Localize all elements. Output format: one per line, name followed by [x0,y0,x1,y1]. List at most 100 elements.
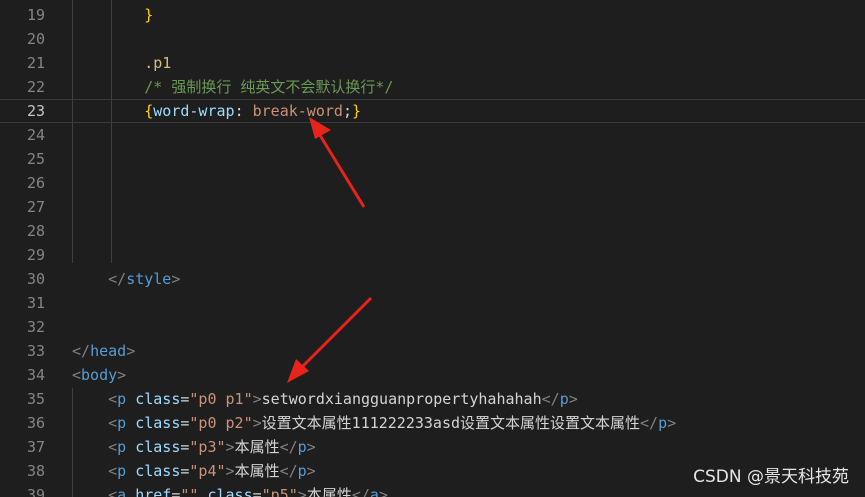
line-code[interactable]: <p class="p3">本属性</p> [72,435,316,459]
code-token: < [108,462,118,480]
code-line[interactable]: 33 </head> [0,339,865,363]
code-token: > [568,390,578,408]
code-line[interactable]: 26 [0,171,865,195]
code-token: </ [640,414,659,432]
code-token: setwordxiangguanpropertyhahahah [261,390,542,408]
line-code[interactable]: <body> [72,363,126,387]
code-token: "p0 p2" [189,414,253,432]
code-token: class [135,390,181,408]
code-token: 设置文本属性111222233asd设置文本属性设置文本属性 [261,414,641,432]
code-line[interactable]: 28 [0,219,865,243]
code-line[interactable]: 31 [0,291,865,315]
code-token: > [126,342,136,360]
line-code[interactable]: /* 强制换行 纯英文不会默认换行*/ [72,75,393,99]
code-token: "" [180,486,199,497]
code-line[interactable]: 19 } [0,3,865,27]
code-token: ; [342,102,352,120]
line-code[interactable]: <p class="p0 p1">setwordxiangguanpropert… [72,387,578,411]
code-token: </ [279,462,298,480]
code-token: { [144,102,154,120]
code-line[interactable]: 22 /* 强制换行 纯英文不会默认换行*/ [0,75,865,99]
code-token: > [378,486,388,497]
line-code[interactable]: } [72,3,153,27]
code-token: > [225,438,235,456]
code-token: < [108,414,118,432]
line-number: 35 [26,390,45,408]
code-token: </ [279,438,298,456]
code-token: style [126,270,172,288]
line-number: 33 [26,342,45,360]
line-number: 28 [26,222,45,240]
code-token: head [90,342,127,360]
code-token: p [297,438,307,456]
code-token: p [117,390,127,408]
code-editor[interactable]: 19 } 20 21 .p1 22 /* 强制换行 纯英文不会默认换行*/23 {wo… [0,0,865,497]
code-token: "p0 p1" [189,390,253,408]
code-token: p [117,462,127,480]
code-token: = [252,486,262,497]
line-number: 25 [26,150,45,168]
code-line[interactable]: 35 <p class="p0 p1">setwordxiangguanprop… [0,387,865,411]
code-token: 本属性 [234,438,280,456]
code-line[interactable]: 27 [0,195,865,219]
line-number: 26 [26,174,45,192]
code-token: p [297,462,307,480]
code-token: 本属性 [234,462,280,480]
code-line[interactable]: 21 .p1 [0,51,865,75]
code-token: p [559,390,569,408]
code-token: > [667,414,677,432]
code-token: p [658,414,668,432]
code-line[interactable]: 23 {word-wrap: break-word;} [0,99,865,123]
code-token: </ [351,486,370,497]
line-number: 20 [26,30,45,48]
line-code[interactable]: .p1 [72,51,171,75]
code-token: > [297,486,307,497]
code-token: word-wrap [153,102,235,120]
code-token: a [117,486,127,497]
code-token: } [144,6,154,24]
code-line[interactable]: 24 [0,123,865,147]
line-number: 27 [26,198,45,216]
line-code[interactable]: <a href="" class="p5">本属性</a> [72,483,388,497]
line-code[interactable]: <p class="p0 p2">设置文本属性111222233asd设置文本属… [72,411,676,435]
code-token: > [117,366,127,384]
code-line[interactable]: 32 [0,315,865,339]
code-line[interactable]: 36 <p class="p0 p2">设置文本属性111222233asd设置… [0,411,865,435]
line-number: 34 [26,366,45,384]
code-token: </ [541,390,560,408]
code-line[interactable]: 34 <body> [0,363,865,387]
code-token: p [117,438,127,456]
code-token: > [306,438,316,456]
line-number: 29 [26,246,45,264]
code-token: .p1 [144,54,172,72]
line-number: 37 [26,438,45,456]
line-number: 38 [26,462,45,480]
code-token: > [252,390,262,408]
code-token: href [135,486,172,497]
line-code[interactable]: <p class="p4">本属性</p> [72,459,316,483]
code-line[interactable]: 20 [0,27,865,51]
line-number: 30 [26,270,45,288]
code-token: > [225,462,235,480]
code-token: 本属性 [306,486,352,497]
line-code[interactable]: {word-wrap: break-word;} [72,100,361,122]
line-number: 31 [26,294,45,312]
code-line[interactable]: 30 </style> [0,267,865,291]
code-token: </ [72,342,91,360]
line-code[interactable]: </style> [72,267,180,291]
line-number: 39 [26,486,45,497]
code-line[interactable]: 29 [0,243,865,267]
code-line[interactable]: 37 <p class="p3">本属性</p> [0,435,865,459]
code-token: </ [108,270,127,288]
code-token: "p4" [189,462,226,480]
code-line[interactable]: 25 [0,147,865,171]
code-token: "p3" [189,438,226,456]
line-number: 22 [26,78,45,96]
code-token: break-word [252,102,343,120]
line-code[interactable]: </head> [72,339,135,363]
code-token: a [369,486,379,497]
